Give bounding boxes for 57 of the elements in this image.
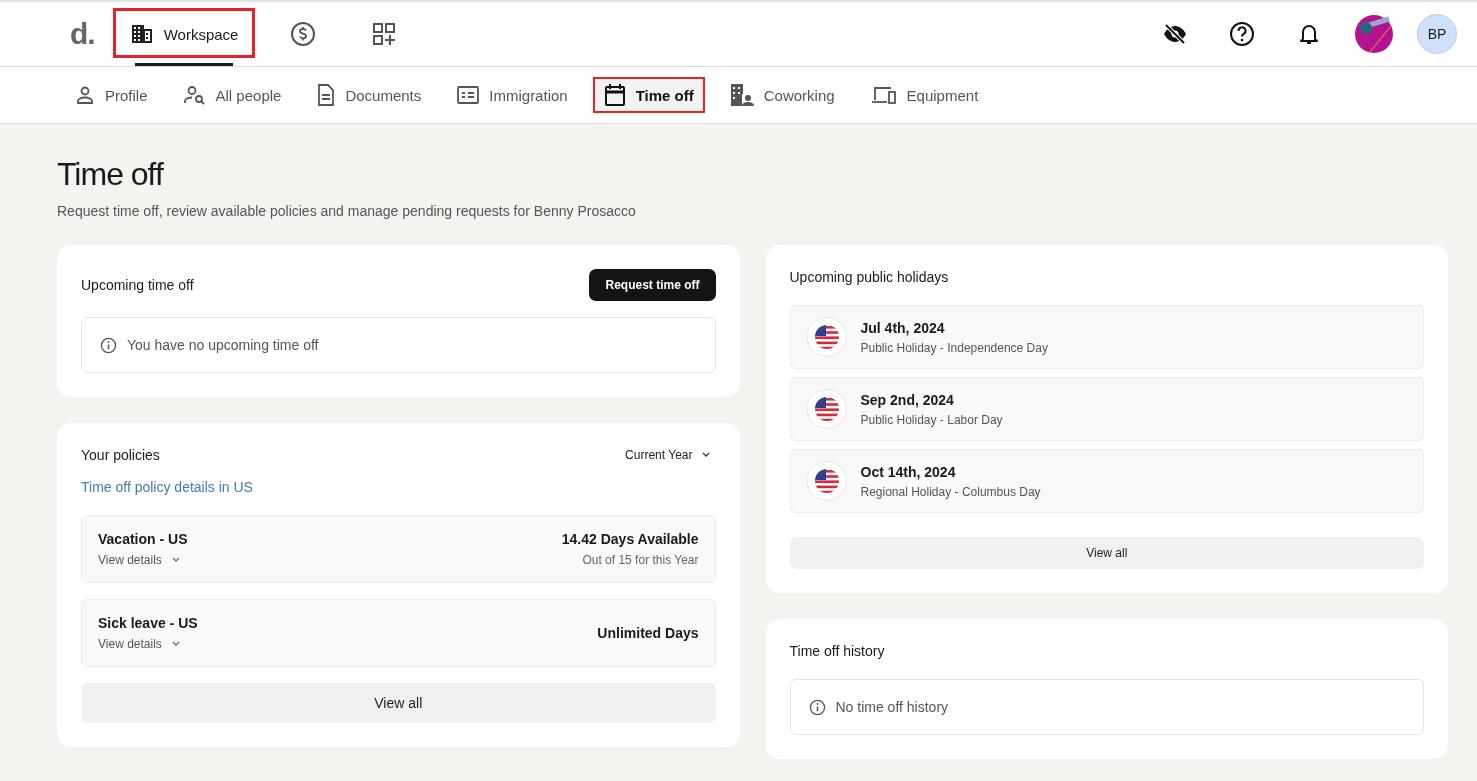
policy-name: Vacation - US (98, 531, 188, 547)
logo[interactable]: d. (70, 17, 95, 51)
info-icon (100, 336, 117, 354)
request-time-off-button[interactable]: Request time off (589, 269, 716, 301)
card-title: Upcoming time off (81, 277, 194, 293)
days-available: Unlimited Days (597, 625, 699, 641)
building-icon (129, 22, 154, 46)
person-search-icon (183, 85, 206, 105)
nav-tab[interactable]: Profile (64, 77, 159, 113)
card-title: Upcoming public holidays (789, 269, 950, 285)
dollar-icon (290, 21, 317, 47)
document-icon (317, 84, 336, 106)
policy-details-link[interactable]: Time off policy details in US (81, 479, 716, 495)
devices-icon (870, 85, 897, 105)
holiday-description: Regional Holiday - Columbus Day (860, 484, 1041, 499)
nav-tab[interactable]: Coworking (718, 77, 846, 113)
help-icon[interactable] (1229, 21, 1255, 47)
period-dropdown[interactable]: Current Year (619, 448, 716, 462)
avatar-picture[interactable] (1355, 15, 1393, 53)
user-initials-avatar[interactable]: BP (1417, 14, 1457, 54)
nav-tab[interactable]: Time off (592, 77, 705, 113)
holiday-description: Public Holiday - Labor Day (860, 412, 1003, 427)
view-details-toggle[interactable]: View details (98, 553, 188, 567)
info-icon (808, 698, 826, 716)
nav-tab[interactable]: Documents (306, 77, 433, 113)
eye-off-icon[interactable] (1163, 22, 1187, 46)
nav-tab[interactable]: All people (172, 77, 293, 113)
view-all-button[interactable]: View all (789, 537, 1424, 569)
card-title: Your policies (81, 447, 160, 463)
id-card-icon (457, 86, 480, 104)
us-flag-icon (806, 317, 847, 357)
page-subtitle: Request time off, review available policies and manage pending requests for Benny Prosacco (57, 203, 637, 219)
holiday-date: Oct 14th, 2024 (860, 463, 957, 480)
us-flag-icon (806, 461, 847, 501)
empty-message: No time off history (835, 699, 949, 715)
empty-message: You have no upcoming time off (127, 337, 319, 353)
nav-tab[interactable]: Immigration (446, 77, 579, 113)
building-person-icon (729, 83, 754, 107)
holiday-date: Jul 4th, 2024 (860, 319, 946, 336)
policy-name: Sick leave - US (98, 615, 198, 631)
bell-icon[interactable] (1297, 22, 1321, 46)
chevron-down-icon (171, 557, 180, 563)
view-all-button[interactable]: View all (81, 683, 716, 723)
chevron-down-icon (171, 641, 180, 647)
person-icon (75, 85, 95, 105)
apps-add-icon (372, 22, 397, 46)
page-title: Time off (57, 156, 165, 193)
calendar-icon (603, 83, 626, 107)
days-available: 14.42 Days Available (561, 531, 699, 547)
us-flag-icon (806, 389, 847, 429)
nav-tab[interactable]: Equipment (859, 77, 990, 113)
chevron-down-icon (701, 452, 710, 458)
allowance-note: Out of 15 for this Year (582, 553, 699, 567)
holiday-description: Public Holiday - Independence Day (860, 340, 1048, 355)
view-details-toggle[interactable]: View details (98, 637, 198, 651)
card-title: Time off history (789, 643, 886, 659)
holiday-date: Sep 2nd, 2024 (860, 391, 955, 408)
